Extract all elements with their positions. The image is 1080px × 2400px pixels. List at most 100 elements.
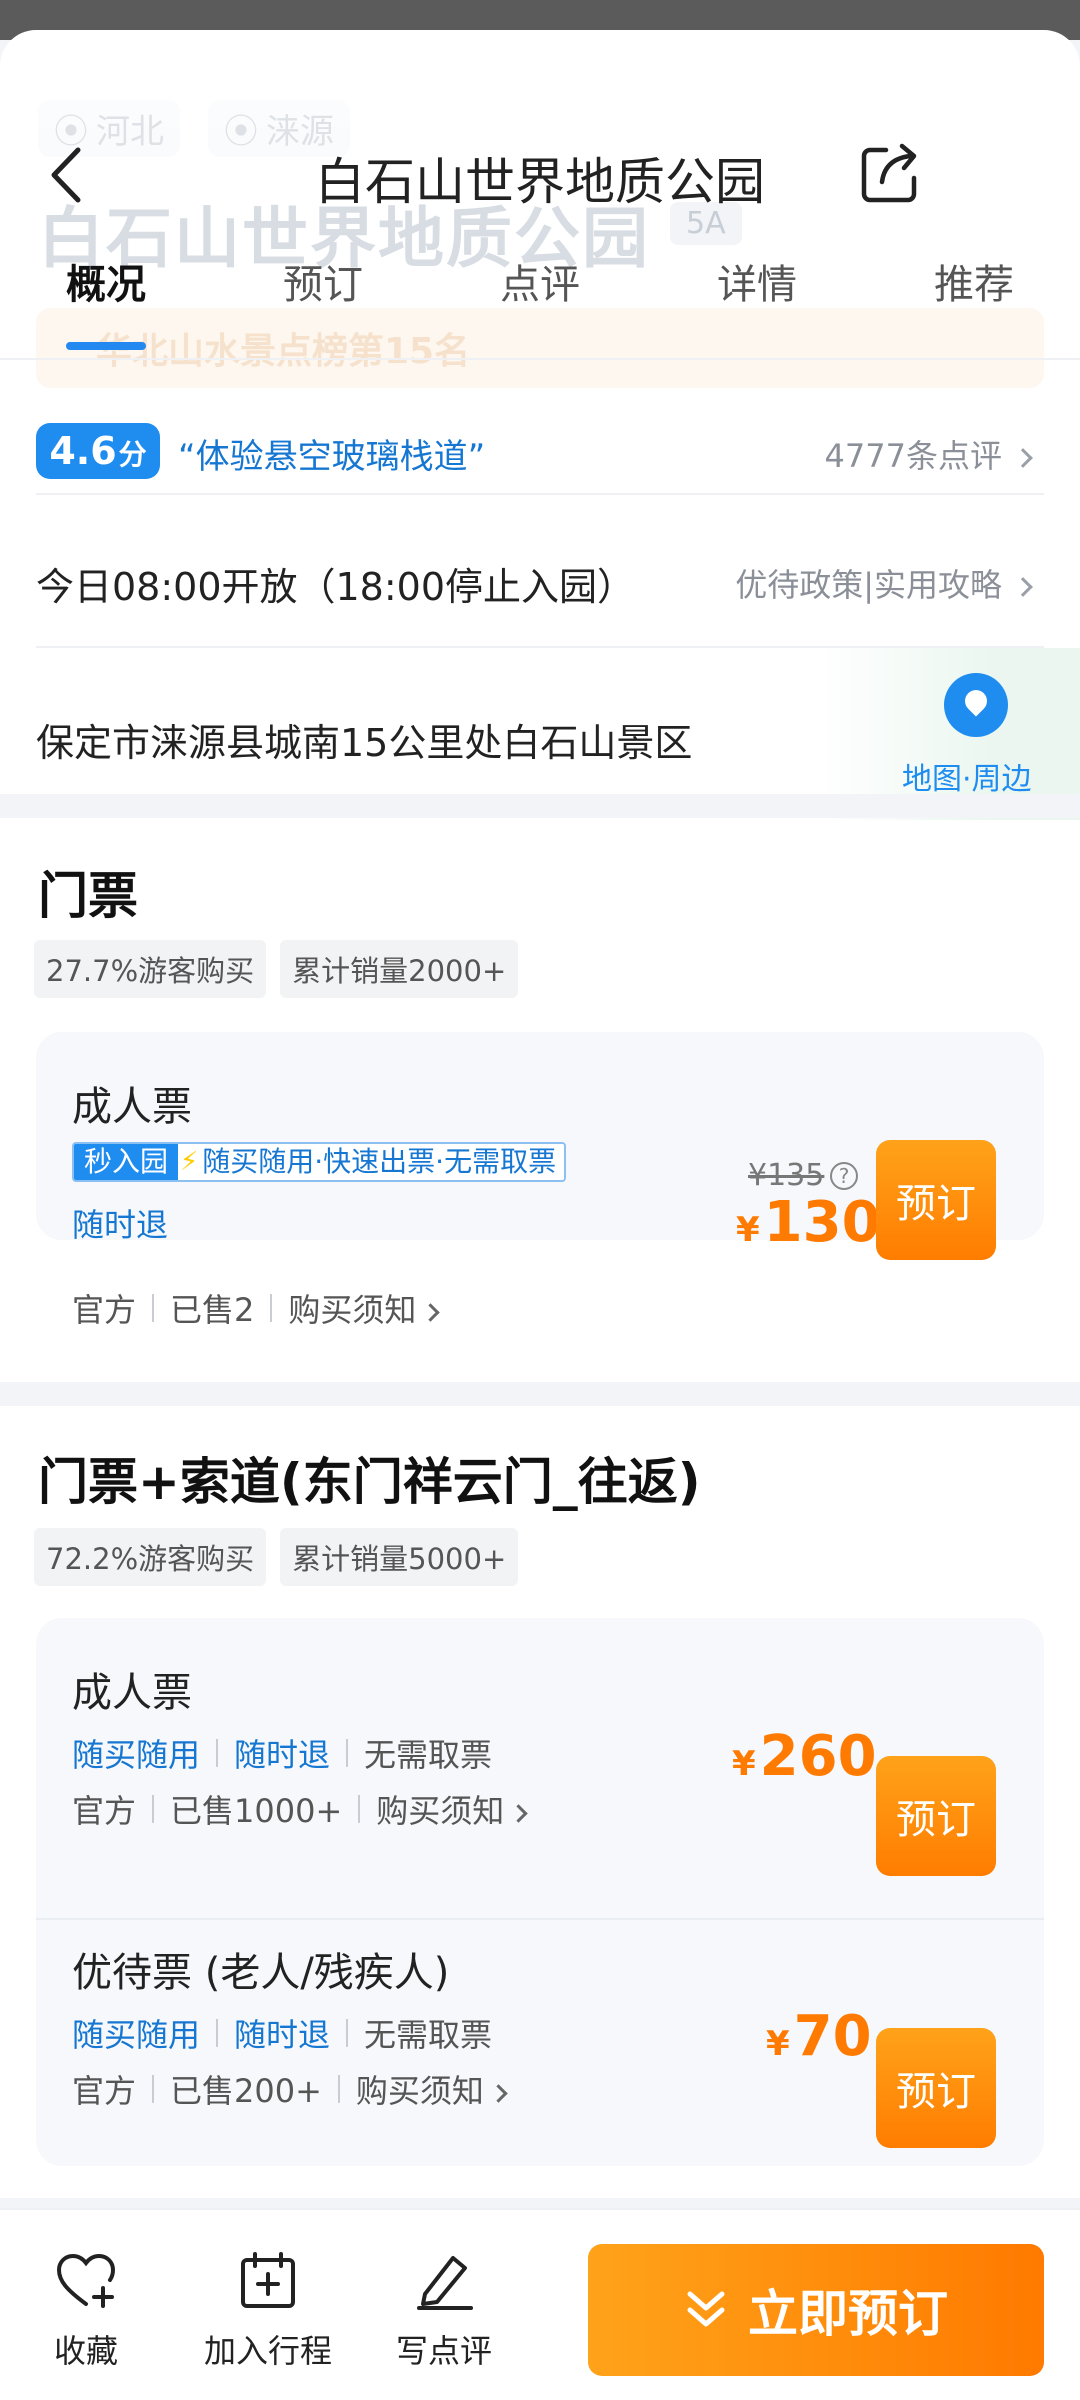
add-itinerary-label: 加入行程 <box>204 2332 333 2370</box>
review-count-link[interactable]: 4777条点评 <box>824 431 1033 477</box>
ticket-price: ¥70 <box>766 2004 872 2069</box>
ticket-price: ¥130 <box>736 1190 881 1255</box>
meta-sold: 已售1000+ <box>170 1792 343 1830</box>
rating-row[interactable]: 4.6 分 “体验悬空玻璃栈道” 4777条点评 <box>36 415 1044 495</box>
book-now-button[interactable]: 立即预订 <box>588 2244 1044 2376</box>
ticket-tags: 随买随用 随时退 无需取票 <box>72 2010 492 2056</box>
currency-symbol: ¥ <box>732 1744 756 1784</box>
ticket-meta: 官方 已售1000+ 购买须知 <box>72 1786 528 1832</box>
score-badge: 4.6 分 <box>36 423 160 479</box>
review-count-label: 4777条点评 <box>824 437 1002 475</box>
tag-separator <box>216 1739 219 1767</box>
buy-rate-chip: 72.2%游客购买 <box>34 1528 267 1586</box>
add-itinerary-button[interactable]: 加入行程 <box>204 2250 332 2372</box>
tag-anytime-refund: 随时退 <box>234 1736 331 1774</box>
meta-official: 官方 <box>72 1792 137 1830</box>
section-title-tickets: 门票 <box>38 867 138 925</box>
price-value: 260 <box>759 1724 877 1789</box>
opening-hours: 今日08:00开放（18:00停止入园） <box>36 565 636 609</box>
buy-rate-chip: 27.7%游客购买 <box>34 940 267 998</box>
heart-plus-icon <box>56 2253 116 2308</box>
chevron-right-icon <box>489 2083 508 2103</box>
chevron-right-icon <box>1013 577 1033 597</box>
section-title-ticket-cableway: 门票+索道(东门祥云门_往返) <box>38 1453 701 1511</box>
tab-details[interactable]: 详情 <box>717 252 797 332</box>
map-pin-icon[interactable] <box>944 673 1008 737</box>
address-text: 保定市涞源县城南15公里处白石山景区 <box>36 721 693 765</box>
ticket-cableway-card: 成人票 随买随用 随时退 无需取票 官方 已售1000+ 购买须知 ¥260 预… <box>36 1618 1044 2166</box>
ticket-divider <box>36 1918 1044 1920</box>
section-gap <box>0 1382 1080 1406</box>
share-icon[interactable] <box>858 140 924 206</box>
meta-sold: 已售2 <box>170 1291 255 1329</box>
write-review-button[interactable]: 写点评 <box>396 2250 492 2372</box>
help-question-icon[interactable]: ? <box>830 1162 858 1190</box>
tab-overview[interactable]: 概况 <box>66 252 146 350</box>
purchase-notes-label: 购买须知 <box>376 1792 505 1830</box>
tag-separator <box>216 2019 219 2047</box>
chevron-right-icon <box>1013 448 1033 468</box>
tag-anytime-refund: 随时退 <box>234 2016 331 2054</box>
ticket-card[interactable]: 成人票 秒入园 ⚡ 随买随用·快速出票·无需取票 随时退 ¥135 ? ¥130… <box>36 1032 1044 1260</box>
fast-entry-desc: 随买随用·快速出票·无需取票 <box>200 1144 565 1180</box>
sales-chip: 累计销量5000+ <box>280 1528 519 1586</box>
meta-sold: 已售200+ <box>170 2072 322 2110</box>
favorite-button[interactable]: 收藏 <box>54 2250 118 2372</box>
book-now-label: 立即预订 <box>748 2285 948 2343</box>
ticket-name: 优待票 (老人/残疾人) <box>72 1950 450 1996</box>
meta-official: 官方 <box>72 2072 137 2110</box>
currency-symbol: ¥ <box>766 2024 790 2064</box>
meta-official: 官方 <box>72 1291 137 1329</box>
opening-hours-row: 今日08:00开放（18:00停止入园） 优待政策|实用攻略 <box>36 520 1044 648</box>
ticket-cableway-stats: 72.2%游客购买 累计销量5000+ <box>34 1528 519 1586</box>
fast-entry-label: 秒入园 <box>74 1144 179 1180</box>
original-price: ¥135 <box>748 1158 825 1193</box>
favorite-label: 收藏 <box>54 2332 119 2370</box>
book-button[interactable]: 预订 <box>876 1140 996 1260</box>
tag-buy-use: 随买随用 <box>72 1736 201 1774</box>
policy-guide-link[interactable]: 优待政策|实用攻略 <box>735 560 1033 606</box>
tag-anytime-refund: 随时退 <box>72 1206 169 1244</box>
score-value: 4.6 <box>49 429 117 473</box>
section-gap <box>0 794 1080 818</box>
write-review-label: 写点评 <box>396 2332 493 2370</box>
purchase-notes-label: 购买须知 <box>355 2072 484 2110</box>
score-unit: 分 <box>118 438 147 471</box>
bottom-action-bar: 收藏 加入行程 写点评 立即预订 <box>0 2208 1080 2400</box>
fast-entry-badge: 秒入园 ⚡ 随买随用·快速出票·无需取票 <box>72 1142 567 1182</box>
book-button[interactable]: 预订 <box>876 1756 996 1876</box>
ticket-meta: 官方 已售2 购买须知 <box>72 1285 441 1331</box>
policy-guide-label: 优待政策|实用攻略 <box>735 566 1002 604</box>
tag-separator <box>346 1739 349 1767</box>
meta-separator <box>152 1294 155 1322</box>
ticket-tags: 随买随用 随时退 无需取票 <box>72 1730 492 1776</box>
tabs-divider <box>0 358 1080 360</box>
book-button[interactable]: 预订 <box>876 2028 996 2148</box>
sales-chip: 累计销量2000+ <box>280 940 519 998</box>
tag-separator <box>346 2019 349 2047</box>
pen-icon <box>417 2256 473 2310</box>
review-highlight: “体验悬空玻璃栈道” <box>178 437 486 477</box>
double-chevron-down-icon <box>687 2291 725 2327</box>
section-tabs: 概况 预订 点评 详情 推荐 <box>0 252 1080 350</box>
price-value: 70 <box>793 2004 872 2069</box>
refund-tag: 随时退 <box>72 1200 168 1246</box>
calendar-plus-icon <box>241 2252 295 2308</box>
purchase-notes-link[interactable]: 购买须知 <box>376 1786 528 1832</box>
meta-separator <box>358 1795 361 1823</box>
map-nearby-link[interactable]: 地图·周边 <box>902 754 1032 798</box>
tab-reviews[interactable]: 点评 <box>500 252 580 332</box>
purchase-notes-link[interactable]: 购买须知 <box>288 1285 441 1331</box>
tab-booking[interactable]: 预订 <box>283 252 363 332</box>
ticket-stats: 27.7%游客购买 累计销量2000+ <box>34 940 519 998</box>
tag-buy-use: 随买随用 <box>72 2016 201 2054</box>
tag-no-pickup: 无需取票 <box>364 2016 493 2054</box>
chevron-right-icon <box>509 1803 528 1823</box>
tab-recommend[interactable]: 推荐 <box>934 252 1014 332</box>
purchase-notes-link[interactable]: 购买须知 <box>355 2066 508 2112</box>
ticket-name: 成人票 <box>72 1670 192 1716</box>
detail-sheet: ⦿ 河北 ⦿ 涞源 白石山世界地质公园 5A 华北山水景点榜第15名 白石山世界地质… <box>0 30 1080 2400</box>
meta-separator <box>152 1795 155 1823</box>
price-value: 130 <box>763 1190 881 1255</box>
lightning-icon: ⚡ <box>178 1144 201 1180</box>
